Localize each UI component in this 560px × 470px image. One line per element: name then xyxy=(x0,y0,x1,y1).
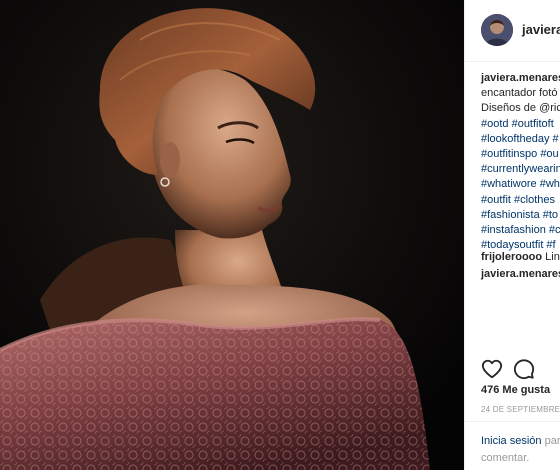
comment-item: frijoleroooo Lin xyxy=(481,251,560,263)
header-username-link[interactable]: javiera.m xyxy=(522,22,560,37)
login-text-line2: comentar. xyxy=(481,452,530,464)
login-text: para xyxy=(544,435,560,447)
login-to-comment: Inicia sesión para comentar. xyxy=(481,433,560,467)
post-date: 24 DE SEPTIEMBRE DE xyxy=(481,405,560,414)
caption-hashtag-line[interactable]: #currentlywearin xyxy=(481,162,560,177)
comment-item: javiera.menares xyxy=(481,268,560,280)
comment-username-link[interactable]: javiera.menares xyxy=(481,268,560,280)
caption-hashtag-line[interactable]: #instafashion #c xyxy=(481,223,560,238)
heart-icon[interactable] xyxy=(481,358,503,380)
caption-hashtag-line[interactable]: #outfitinspo #ou xyxy=(481,147,560,162)
login-link[interactable]: Inicia sesión xyxy=(481,435,542,447)
caption-hashtag-line[interactable]: #ootd #outfitoft xyxy=(481,117,560,132)
comment-username-link[interactable]: frijoleroooo xyxy=(481,251,542,263)
caption-text-line: encantador fotó xyxy=(481,87,558,100)
comment-icon[interactable] xyxy=(513,358,535,380)
avatar[interactable] xyxy=(481,14,513,46)
avatar-image xyxy=(481,14,513,46)
like-count[interactable]: 476 Me gusta xyxy=(481,384,550,396)
post-photo[interactable] xyxy=(0,0,464,470)
post-caption: javiera.menares encantador fotó Diseños … xyxy=(481,71,560,253)
divider xyxy=(465,421,560,422)
post-header: javiera.m xyxy=(465,0,560,62)
post-details-panel: javiera.m javiera.menares encantador fot… xyxy=(464,0,560,470)
portrait-image xyxy=(0,0,464,470)
caption-text-line: Diseños de @ric xyxy=(481,102,560,115)
caption-hashtag-line[interactable]: #outfit #clothes xyxy=(481,193,560,208)
caption-hashtag-line[interactable]: #whatiwore #wh xyxy=(481,177,560,192)
caption-hashtag-line[interactable]: #fashionista #to xyxy=(481,208,560,223)
caption-hashtag-line[interactable]: #lookoftheday # xyxy=(481,132,560,147)
caption-username-link[interactable]: javiera.menares xyxy=(481,72,560,84)
comment-text: Lin xyxy=(545,251,560,263)
